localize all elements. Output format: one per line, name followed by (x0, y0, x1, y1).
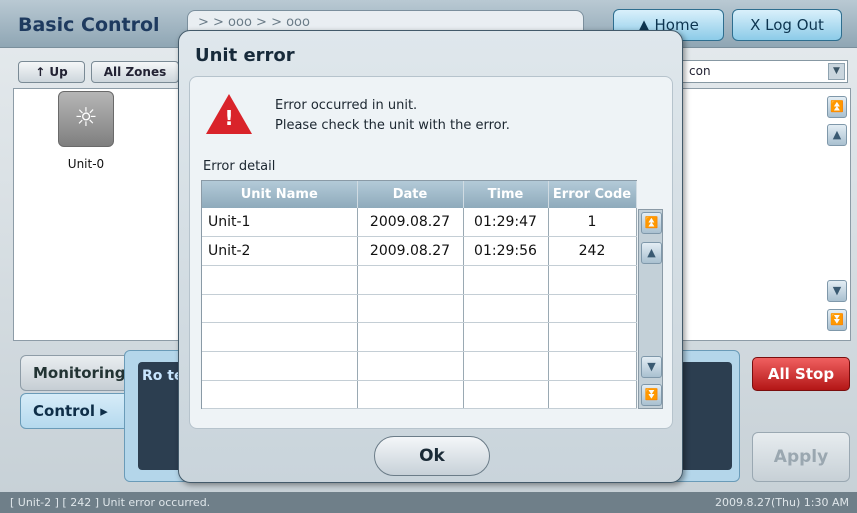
scroll-down-button[interactable]: ▼ (827, 280, 847, 302)
logout-button[interactable]: X Log Out (732, 9, 842, 41)
ok-button[interactable]: Ok (374, 436, 490, 476)
error-table: Unit Name Date Time Error Code Unit-1 200… (201, 180, 637, 410)
table-scroll-bottom-button[interactable]: ⏬ (641, 384, 662, 406)
table-row[interactable] (202, 380, 637, 410)
cell: Unit-1 (202, 208, 358, 238)
col-time: Time (463, 181, 549, 208)
cell (463, 322, 549, 352)
status-datetime: 2009.8.27(Thu) 1:30 AM (715, 496, 849, 509)
app-title: Basic Control (18, 14, 160, 36)
cell: Unit-2 (202, 236, 358, 266)
cell (463, 380, 549, 410)
cell: 1 (548, 208, 637, 238)
scroll-up-button[interactable]: ▲ (827, 124, 847, 146)
all-zones-button[interactable]: All Zones (91, 61, 179, 83)
cell (548, 380, 637, 410)
cell (202, 265, 358, 295)
cell (548, 294, 637, 324)
table-row[interactable]: Unit-2 2009.08.27 01:29:56 242 (202, 236, 637, 266)
view-select[interactable]: con ▼ (682, 60, 848, 83)
cell (548, 351, 637, 381)
status-bar: [ Unit-2 ] [ 242 ] Unit error occurred. … (0, 492, 857, 513)
cell (357, 294, 464, 324)
fan-icon[interactable]: ☼ (58, 91, 114, 147)
table-header-row: Unit Name Date Time Error Code (202, 181, 637, 208)
app-window: Basic Control > > ooo > > ooo ▲ Home X L… (0, 0, 857, 513)
cell (357, 380, 464, 410)
cell: 01:29:56 (463, 236, 549, 266)
table-scroll-top-button[interactable]: ⏫ (641, 212, 662, 234)
cell (202, 351, 358, 381)
table-row[interactable] (202, 351, 637, 381)
table-row[interactable] (202, 294, 637, 324)
up-button[interactable]: ↑ Up (18, 61, 85, 83)
cell (357, 351, 464, 381)
apply-button[interactable]: Apply (752, 432, 850, 482)
table-scroll-down-button[interactable]: ▼ (641, 356, 662, 378)
dialog-title: Unit error (195, 45, 295, 66)
error-message-line1: Error occurred in unit. (275, 98, 418, 113)
cell (548, 265, 637, 295)
exclamation-icon: ! (224, 106, 234, 130)
col-error-code: Error Code (548, 181, 637, 208)
tab-control[interactable]: Control ▸ (20, 393, 130, 429)
cell (357, 322, 464, 352)
error-detail-label: Error detail (203, 159, 276, 174)
scroll-top-button[interactable]: ⏫ (827, 96, 847, 118)
cell (202, 322, 358, 352)
cell: 2009.08.27 (357, 208, 464, 238)
unit-error-dialog: Unit error ! Error occurred in unit. Ple… (178, 30, 683, 483)
col-unit-name: Unit Name (202, 181, 358, 208)
cell: 2009.08.27 (357, 236, 464, 266)
cell (357, 265, 464, 295)
table-row[interactable] (202, 322, 637, 352)
col-date: Date (357, 181, 464, 208)
cell: 01:29:47 (463, 208, 549, 238)
table-scrollbar[interactable]: ⏫ ▲ ▼ ⏬ (638, 209, 663, 409)
chevron-down-icon: ▼ (828, 63, 845, 80)
control-right-panel (680, 362, 732, 470)
cell (463, 351, 549, 381)
cell: 242 (548, 236, 637, 266)
cell (463, 265, 549, 295)
error-message-line2: Please check the unit with the error. (275, 118, 510, 133)
table-row[interactable] (202, 265, 637, 295)
tab-monitoring[interactable]: Monitoring (20, 355, 130, 391)
cell (548, 322, 637, 352)
view-select-value: con (689, 64, 711, 78)
cell (202, 294, 358, 324)
cell (202, 380, 358, 410)
all-stop-button[interactable]: All Stop (752, 357, 850, 391)
cell (463, 294, 549, 324)
status-message: [ Unit-2 ] [ 242 ] Unit error occurred. (10, 496, 211, 509)
unit-label: Unit-0 (67, 157, 105, 171)
scroll-bottom-button[interactable]: ⏬ (827, 309, 847, 331)
table-scroll-up-button[interactable]: ▲ (641, 242, 662, 264)
table-row[interactable]: Unit-1 2009.08.27 01:29:47 1 (202, 208, 637, 238)
